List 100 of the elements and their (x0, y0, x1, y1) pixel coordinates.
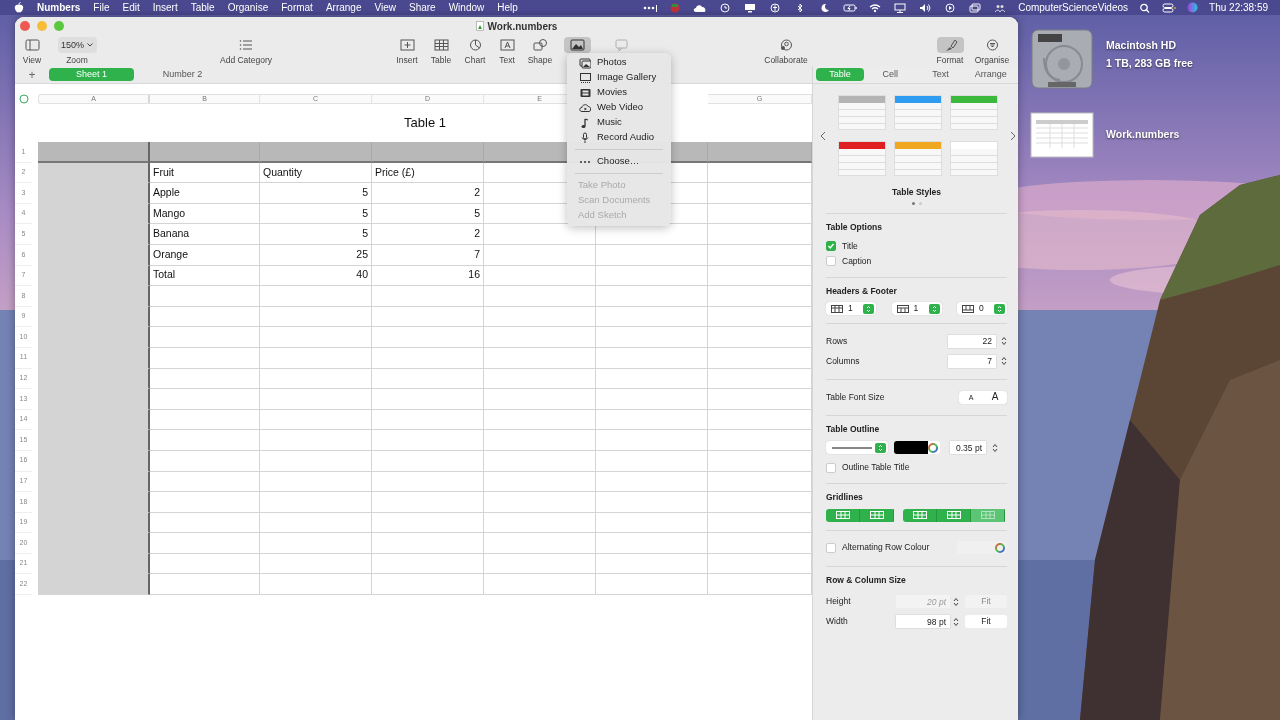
size-field: 20 pt (896, 595, 950, 608)
stepper-icon[interactable] (1001, 356, 1007, 367)
stepper-icon[interactable] (953, 596, 959, 607)
menu-item[interactable]: Insert (152, 0, 178, 15)
toolbar-button[interactable]: Chart (458, 37, 492, 65)
user-name[interactable]: ComputerScienceVideos (1018, 0, 1129, 15)
text-box-icon (498, 38, 516, 52)
toolbar-button[interactable]: Add Category (214, 37, 278, 65)
add-sheet-button[interactable]: + (15, 65, 49, 84)
menu-item[interactable]: Organise (227, 0, 269, 15)
siri-icon[interactable] (1187, 2, 1199, 13)
zoom-popup[interactable]: 150% (57, 37, 97, 53)
table-style-thumbnail[interactable] (950, 141, 998, 176)
sheet-tab[interactable]: Number 2 (140, 68, 225, 81)
page-dot[interactable] (911, 201, 915, 205)
grid-icon (980, 511, 995, 520)
table-cell: 5 (260, 183, 372, 204)
toolbar-button[interactable]: Text (490, 37, 524, 65)
menu-item[interactable]: Image Gallery (567, 70, 671, 85)
menu-item[interactable]: View (374, 0, 396, 15)
gridline-button[interactable] (903, 508, 937, 522)
table-style-thumbnail[interactable] (838, 141, 886, 176)
checkbox[interactable] (826, 241, 836, 251)
clock-text[interactable]: Thu 22:38:59 (1209, 0, 1268, 15)
line-style-popup[interactable] (826, 441, 888, 454)
size-field[interactable]: 98 pt (896, 615, 950, 628)
menu-item[interactable]: Choose… (567, 154, 671, 169)
document-icon (475, 21, 484, 31)
checkbox-label: Title (842, 239, 858, 253)
file-name[interactable]: Macintosh HD (1106, 38, 1193, 54)
menu-item[interactable]: Music (567, 115, 671, 130)
stepper-button[interactable] (994, 303, 1005, 314)
stepper-button[interactable] (875, 442, 886, 453)
number-field[interactable]: 0.35 pt (950, 441, 986, 454)
table-style-thumbnail[interactable] (950, 95, 998, 130)
table-cell: Total (150, 265, 260, 287)
color-well[interactable] (894, 441, 940, 454)
toolbar-button[interactable]: View (15, 37, 49, 65)
stepper-icon[interactable] (1001, 336, 1007, 347)
stepper-button[interactable] (863, 303, 874, 314)
menu-item[interactable]: Format (281, 0, 313, 15)
chevron-right-icon[interactable] (1010, 130, 1016, 141)
menu-item[interactable]: File (93, 0, 110, 15)
close-button[interactable] (20, 21, 30, 31)
search-icon[interactable] (1139, 2, 1152, 13)
checkbox[interactable] (826, 462, 836, 473)
stepper-icon[interactable] (953, 616, 959, 627)
number-field[interactable]: 22 (948, 334, 996, 348)
header-stepper[interactable]: 1 (826, 302, 876, 316)
table-style-thumbnail[interactable] (894, 95, 942, 130)
clock-icon (718, 2, 733, 13)
menu-item[interactable]: Window (448, 0, 485, 15)
table-cell: Quantity (260, 162, 372, 184)
toolbar-button[interactable]: Table (424, 37, 458, 65)
toolbar-button[interactable]: Shape (523, 37, 557, 65)
gridline-button[interactable] (826, 508, 860, 522)
toolbar-button[interactable]: Collaborate (758, 37, 814, 65)
inspector-tab[interactable]: Cell (866, 68, 915, 81)
toolbar-button[interactable]: Organise (970, 37, 1014, 65)
table-cell: Orange (150, 244, 260, 266)
table-style-thumbnail[interactable] (894, 141, 942, 176)
window-title: Work.numbers (487, 19, 558, 34)
gridline-button[interactable] (860, 508, 894, 522)
chevron-left-icon[interactable] (820, 130, 826, 141)
stepper-button[interactable] (928, 303, 940, 314)
menu-item[interactable]: Share (408, 0, 436, 15)
inspector-tab[interactable]: Arrange (966, 68, 1015, 81)
control-center-icon[interactable] (1162, 2, 1177, 13)
checkbox[interactable] (826, 256, 836, 266)
chevrons-icon (931, 304, 937, 313)
toolbar-button[interactable]: Format (930, 37, 970, 65)
file-name[interactable]: Work.numbers (1106, 127, 1180, 143)
menu-item[interactable]: Photos (567, 55, 671, 70)
header-stepper[interactable]: 1 (891, 302, 942, 316)
gridline-button[interactable] (937, 508, 971, 522)
comment-icon (612, 38, 630, 52)
font-size-button[interactable]: A (983, 390, 1007, 404)
checkbox[interactable] (826, 542, 836, 553)
number-field[interactable]: 7 (948, 354, 996, 368)
select-all-icon[interactable] (18, 94, 29, 104)
menu-item[interactable]: Help (497, 0, 518, 15)
zoom-button[interactable] (54, 21, 64, 31)
fit-button[interactable]: Fit (965, 615, 1007, 628)
menu-item[interactable]: Record Audio (567, 130, 671, 145)
hard-drive-icon (1030, 28, 1094, 90)
table-cell: 40 (260, 265, 372, 287)
menu-item[interactable]: Edit (122, 0, 140, 15)
toolbar-button[interactable]: Insert (390, 37, 424, 65)
table-cell: Apple (150, 183, 260, 204)
table-header-icon (896, 304, 909, 313)
stepper-icon[interactable] (992, 442, 998, 453)
inspector-tab[interactable]: Text (916, 68, 965, 81)
table-style-thumbnail[interactable] (838, 95, 886, 130)
menu-item[interactable]: Arrange (325, 0, 362, 15)
header-stepper[interactable]: 0 (957, 302, 1007, 316)
gridline-button[interactable] (971, 508, 1005, 522)
menu-item[interactable]: Table (190, 0, 215, 15)
app-menu[interactable]: Numbers (37, 0, 81, 15)
caret-icon (87, 43, 93, 47)
sidebar-icon (23, 38, 41, 52)
